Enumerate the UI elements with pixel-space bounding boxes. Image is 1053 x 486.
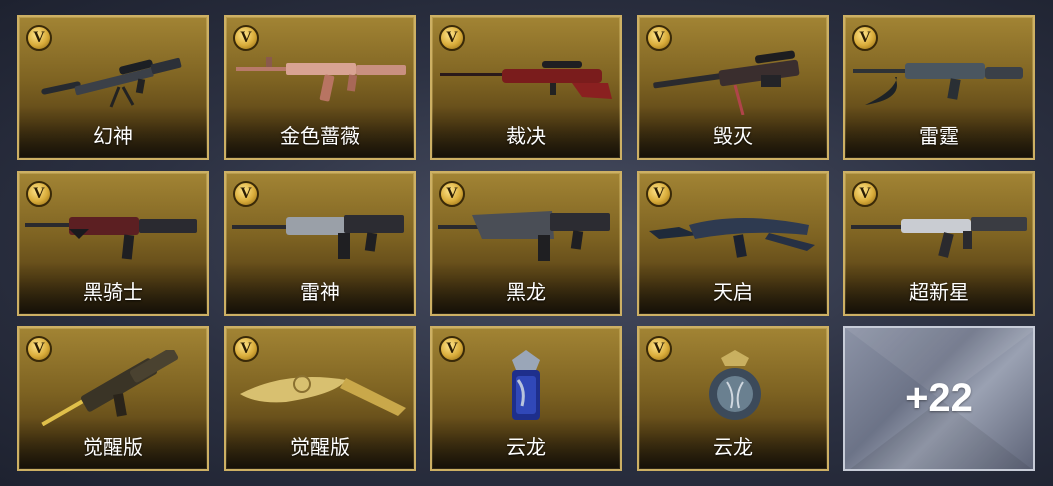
- assault-rifle-rose-icon: [236, 57, 406, 102]
- weapon-grid: V 幻神 V 金色蔷薇 V 裁决 V 毁灭 V 雷霆 V 黑骑士 V 雷神 V …: [0, 0, 1053, 486]
- more-count: +22: [905, 376, 973, 420]
- more-items-button[interactable]: +22: [843, 326, 1035, 471]
- weapon-card[interactable]: V 天启: [637, 171, 829, 316]
- v-badge-icon: V: [233, 336, 259, 362]
- weapon-name: 觉醒版: [290, 435, 350, 459]
- sniper-rifle-red-icon: [440, 61, 612, 99]
- m4-rifle-dragon-icon: [438, 211, 610, 261]
- sniper-rifle-icon: [41, 57, 182, 108]
- v-badge-icon: V: [233, 181, 259, 207]
- weapon-card[interactable]: V 雷神: [224, 171, 416, 316]
- v-badge-icon: V: [439, 25, 465, 51]
- weapon-card[interactable]: V 金色蔷薇: [224, 15, 416, 160]
- golden-rifle-icon: [41, 350, 179, 426]
- v-badge-icon: V: [439, 336, 465, 362]
- v-badge-icon: V: [646, 336, 672, 362]
- weapon-card[interactable]: V 觉醒版: [224, 326, 416, 471]
- weapon-card[interactable]: V 黑骑士: [17, 171, 209, 316]
- m4-rifle-red-icon: [25, 217, 197, 260]
- weapon-card[interactable]: V 黑龙: [430, 171, 622, 316]
- dragon-grenade-icon: [512, 350, 540, 420]
- m4-rifle-silver-icon: [232, 215, 404, 259]
- v-badge-icon: V: [233, 25, 259, 51]
- v-badge-icon: V: [646, 25, 672, 51]
- weapon-name: 云龙: [713, 435, 753, 459]
- weapon-name: 天启: [713, 280, 753, 304]
- weapon-name: 超新星: [909, 280, 969, 304]
- v-badge-icon: V: [26, 336, 52, 362]
- dragon-shield-grenade-icon: [709, 350, 761, 420]
- weapon-name: 毁灭: [713, 124, 753, 148]
- weapon-name: 云龙: [506, 435, 546, 459]
- weapon-card[interactable]: V 幻神: [17, 15, 209, 160]
- weapon-card[interactable]: V 雷霆: [843, 15, 1035, 160]
- ak-rifle-icon: [851, 217, 1027, 258]
- weapon-name: 雷霆: [919, 124, 959, 148]
- weapon-name: 觉醒版: [83, 435, 143, 459]
- weapon-name: 金色蔷薇: [280, 124, 360, 148]
- weapon-name: 黑龙: [506, 280, 546, 304]
- v-badge-icon: V: [852, 181, 878, 207]
- v-badge-icon: V: [852, 25, 878, 51]
- weapon-name: 雷神: [300, 280, 340, 304]
- v-badge-icon: V: [439, 181, 465, 207]
- heavy-sniper-icon: [653, 50, 800, 115]
- v-badge-icon: V: [646, 181, 672, 207]
- golden-kukri-icon: [240, 375, 406, 416]
- weapon-card[interactable]: V 云龙: [637, 326, 829, 471]
- weapon-card[interactable]: V 超新星: [843, 171, 1035, 316]
- assault-rifle-blade-icon: [853, 63, 1023, 105]
- v-badge-icon: V: [26, 25, 52, 51]
- weapon-name: 黑骑士: [83, 280, 143, 304]
- weapon-name: 幻神: [93, 124, 133, 148]
- weapon-card[interactable]: V 毁灭: [637, 15, 829, 160]
- weapon-name: 裁决: [506, 124, 546, 148]
- weapon-card[interactable]: V 裁决: [430, 15, 622, 160]
- weapon-card[interactable]: V 云龙: [430, 326, 622, 471]
- weapon-card[interactable]: V 觉醒版: [17, 326, 209, 471]
- blade-rifle-icon: [649, 218, 815, 258]
- v-badge-icon: V: [26, 181, 52, 207]
